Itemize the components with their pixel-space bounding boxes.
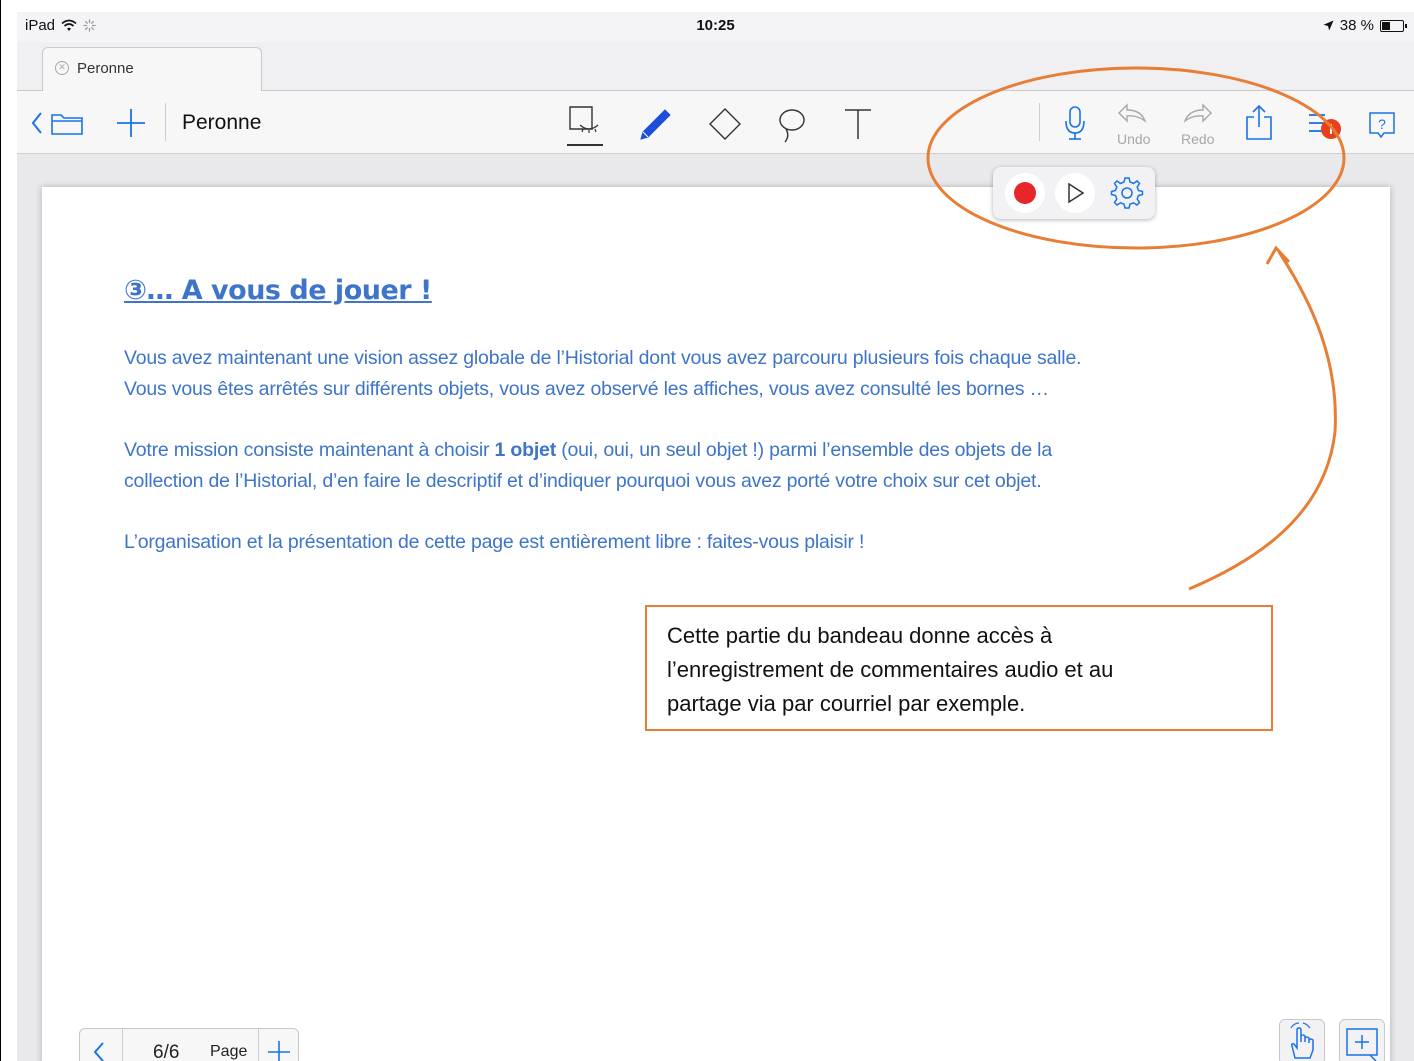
battery-icon	[1380, 19, 1407, 32]
tab-strip: ✕ Peronne	[17, 42, 1414, 91]
paragraph-3: L’organisation et la présentation de cet…	[124, 531, 865, 553]
status-bar: iPad 10:25 38 %	[17, 12, 1414, 42]
toolbar: Peronne Undo Redo i ?	[17, 91, 1414, 154]
page-heading: ③… A vous de jouer !	[124, 275, 432, 306]
battery-nub	[1405, 23, 1407, 28]
battery-level	[1382, 21, 1390, 30]
left-border	[0, 0, 1, 1061]
add-box-icon	[1346, 1028, 1378, 1061]
hand-pointer-icon	[1290, 1022, 1314, 1059]
eraser-tool[interactable]	[703, 106, 743, 142]
record-button[interactable]	[1003, 171, 1047, 215]
record-dot-icon	[1014, 182, 1036, 204]
tab-close-icon[interactable]: ✕	[55, 61, 69, 75]
status-time: 10:25	[696, 17, 735, 34]
redo-icon	[1183, 103, 1212, 123]
redo-label: Redo	[1181, 131, 1215, 147]
question-mark-icon: ?	[1378, 116, 1386, 132]
previous-page-button[interactable]	[89, 1040, 111, 1061]
lasso-tool[interactable]	[775, 106, 809, 146]
notifications-menu-button[interactable]: i	[1307, 109, 1351, 143]
hand-tool-button[interactable]	[1279, 1019, 1325, 1061]
location-arrow-icon	[1323, 20, 1334, 31]
tab-peronne[interactable]: ✕ Peronne	[42, 47, 262, 91]
undo-label: Undo	[1117, 131, 1151, 147]
page-count: 6/6	[153, 1042, 180, 1061]
battery-percent: 38 %	[1339, 17, 1374, 34]
app-window: iPad 10:25 38 % ✕ Peronne Peronne Undo R…	[17, 12, 1414, 1061]
document-page[interactable]: ③… A vous de jouer ! Vous avez maintenan…	[42, 187, 1390, 1061]
callout-line: partage via par courriel par exemple.	[667, 691, 1026, 716]
paragraph-2-line-1: Votre mission consiste maintenant à choi…	[124, 435, 1052, 466]
help-button[interactable]: ?	[1367, 110, 1397, 140]
alert-badge-icon: i	[1321, 119, 1341, 139]
read-mode-tool[interactable]	[565, 105, 605, 149]
add-page-bottom-button[interactable]	[266, 1039, 292, 1061]
paragraph-1-line-2: Vous vous êtes arrêtés sur différents ob…	[124, 378, 1049, 400]
redo-button[interactable]: Redo	[1175, 101, 1219, 151]
back-to-library-button[interactable]	[31, 109, 87, 137]
audio-record-popup	[993, 167, 1155, 219]
paragraph-2-text: (oui, oui, un seul objet !) parmi l’ense…	[556, 439, 1052, 461]
page-navigator: 6/6 Page	[79, 1028, 299, 1061]
pager-divider	[122, 1029, 123, 1061]
paragraph-1-line-1: Vous avez maintenant une vision assez gl…	[124, 347, 1082, 369]
text-tool[interactable]	[843, 107, 873, 141]
share-button[interactable]	[1243, 103, 1275, 143]
pen-tool[interactable]	[637, 107, 673, 143]
pager-divider	[258, 1029, 259, 1061]
microphone-button[interactable]	[1063, 105, 1087, 143]
paragraph-2-text: Votre mission consiste maintenant à choi…	[124, 439, 495, 461]
paragraph-2-emphasis: 1 objet	[494, 439, 557, 461]
svg-text:i: i	[1329, 121, 1333, 137]
folder-icon	[51, 114, 83, 135]
play-button[interactable]	[1053, 171, 1097, 215]
callout-line: Cette partie du bandeau donne accès à	[667, 623, 1053, 648]
recording-settings-button[interactable]	[1107, 173, 1147, 213]
callout-line: l’enregistrement de commentaires audio e…	[667, 657, 1114, 682]
page-label: Page	[210, 1043, 248, 1060]
gear-icon	[1110, 177, 1144, 209]
document-title: Peronne	[182, 111, 262, 134]
tab-label: Peronne	[77, 60, 134, 77]
add-page-button[interactable]	[115, 107, 147, 139]
undo-icon	[1118, 103, 1147, 123]
undo-button[interactable]: Undo	[1113, 101, 1157, 151]
toolbar-divider	[165, 103, 166, 141]
toolbar-divider	[1039, 103, 1040, 141]
insert-page-button[interactable]	[1339, 1019, 1385, 1061]
status-right: 38 %	[1323, 17, 1407, 34]
annotation-callout: Cette partie du bandeau donne accès à l’…	[645, 605, 1273, 731]
paragraph-2-line-2: collection de l’Historial, d’en faire le…	[124, 470, 1042, 492]
